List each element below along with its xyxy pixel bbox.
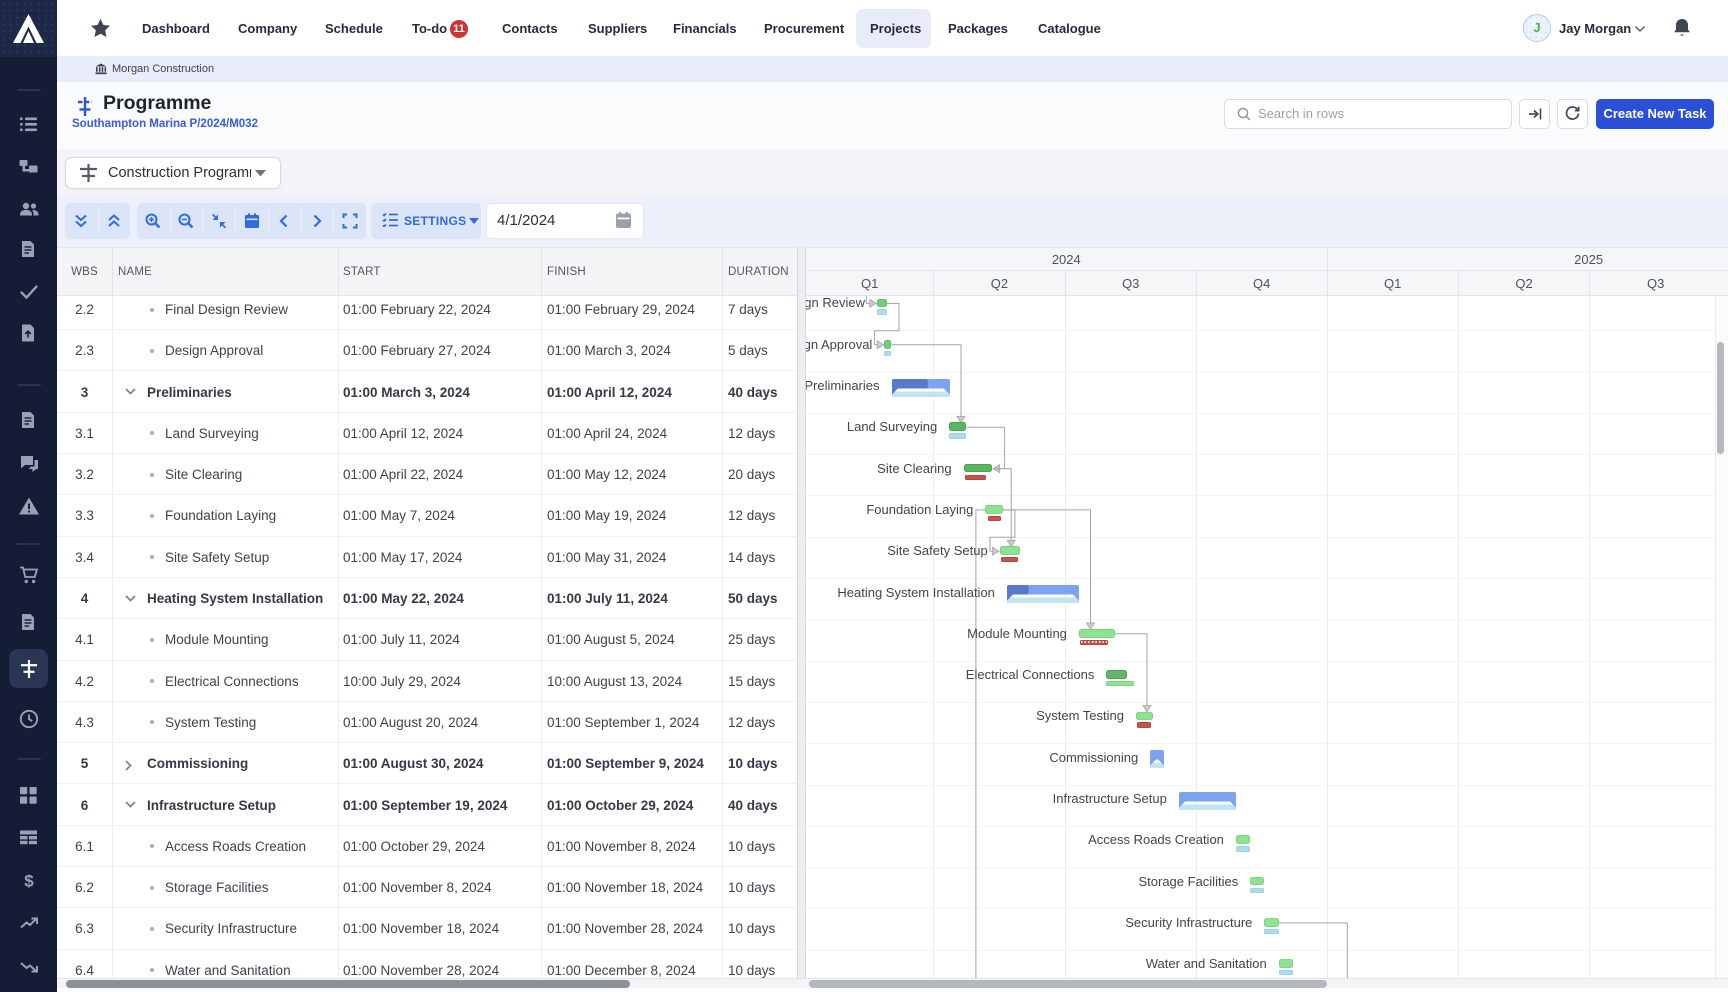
svg-text:$: $ — [24, 872, 34, 891]
